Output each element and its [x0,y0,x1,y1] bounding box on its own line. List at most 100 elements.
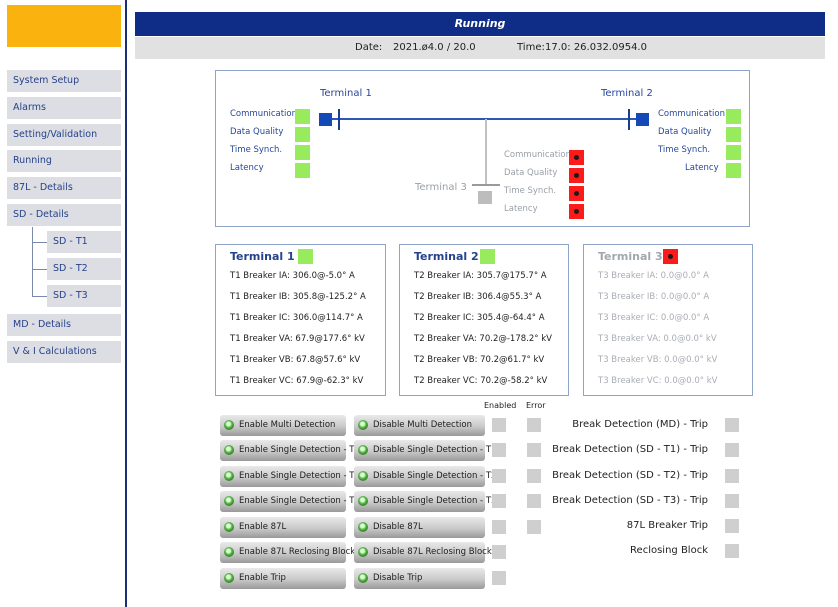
t1-communication-indicator [295,109,310,124]
trip-label-md: Break Detection (MD) - Trip [572,419,708,430]
terminal1-status-indicator [298,249,313,264]
sidebar-item-setting-validation[interactable]: Setting/Validation [7,124,121,146]
status-led-icon [358,522,368,532]
enable-87l-button[interactable]: Enable 87L [220,517,346,538]
sidebar-subitem-sd-t2[interactable]: SD - T2 [47,258,121,280]
error-indicator [527,469,541,483]
enabled-indicator [492,443,506,457]
trip-label-sd-t3: Break Detection (SD - T3) - Trip [552,495,708,506]
status-led-icon [224,445,234,455]
disable-single-detection-t2-button[interactable]: Disable Single Detection - T2 [354,466,496,487]
sidebar-subitem-sd-t1[interactable]: SD - T1 [47,231,121,253]
terminal2-status-indicator [480,249,495,264]
t3-status-label: Latency [504,204,538,214]
t2-latency-indicator [726,163,741,178]
measurement-row: T1 Breaker IB: 305.8@-125.2° A [230,292,366,302]
button-label: Disable Single Detection - T1 [373,445,497,455]
t3-data-quality-indicator [569,168,584,183]
disable-single-detection-t1-button[interactable]: Disable Single Detection - T1 [354,440,496,461]
disable-87l-reclosing-block-button[interactable]: Disable 87L Reclosing Block [354,542,492,563]
tree-line [32,242,47,243]
sidebar-item-vi-calculations[interactable]: V & I Calculations [7,341,121,363]
enabled-indicator [492,545,506,559]
trip-indicator [725,443,739,457]
t2-status-label: Latency [685,163,719,173]
terminal3-status-indicator [663,249,678,264]
logo [7,5,121,47]
button-label: Enable Multi Detection [239,420,336,430]
sidebar-item-system-setup[interactable]: System Setup [7,70,121,92]
button-label: Disable Single Detection - T2 [373,471,497,481]
trip-label-sd-t2: Break Detection (SD - T2) - Trip [552,470,708,481]
measurement-row: T3 Breaker VB: 0.0@0.0° kV [598,355,718,365]
enable-87l-reclosing-block-button[interactable]: Enable 87L Reclosing Block [220,542,355,563]
enable-multi-detection-button[interactable]: Enable Multi Detection [220,415,346,436]
status-led-icon [358,445,368,455]
time-value: 17.0: 26.032.0954.0 [545,42,647,53]
button-label: Disable 87L [373,522,423,532]
button-label: Enable Single Detection - T2 [239,471,360,481]
datetime-bar: Date: 2021.ø4.0 / 20.0 Time: 17.0: 26.03… [135,37,825,59]
error-column-header: Error [526,401,546,410]
button-label: Enable 87L Reclosing Block [239,547,356,557]
sidebar-item-alarms[interactable]: Alarms [7,97,121,119]
button-label: Enable Trip [239,573,286,583]
disable-multi-detection-button[interactable]: Disable Multi Detection [354,415,485,436]
enabled-indicator [492,418,506,432]
time-label: Time: [517,42,545,53]
t1-status-label: Data Quality [230,127,284,137]
sidebar-item-running[interactable]: Running [7,150,121,172]
measurement-row: T3 Breaker VA: 0.0@0.0° kV [598,334,717,344]
enable-single-detection-t1-button[interactable]: Enable Single Detection - T1 [220,440,360,461]
error-indicator [527,494,541,508]
t3-time-synch-indicator [569,186,584,201]
date-label: Date: [355,42,383,53]
disable-87l-button[interactable]: Disable 87L [354,517,485,538]
t3-latency-indicator [569,204,584,219]
enable-trip-button[interactable]: Enable Trip [220,568,346,589]
sidebar-item-md-details[interactable]: MD - Details [7,314,121,336]
button-label: Disable Trip [373,573,423,583]
enabled-column-header: Enabled [484,401,517,410]
enabled-indicator [492,571,506,585]
status-led-icon [224,522,234,532]
measurement-row: T1 Breaker VC: 67.9@-62.3° kV [230,376,364,386]
terminal3-breaker [478,191,492,204]
measurement-row: T2 Breaker IC: 305.4@-64.4° A [414,313,545,323]
status-led-icon [358,547,368,557]
enable-single-detection-t2-button[interactable]: Enable Single Detection - T2 [220,466,360,487]
disable-single-detection-t3-button[interactable]: Disable Single Detection - T3 [354,491,496,512]
line-diagram: Terminal 1 Terminal 2 Terminal 3 Communi… [215,70,750,227]
trip-indicator [725,418,739,432]
disable-trip-button[interactable]: Disable Trip [354,568,485,589]
enable-single-detection-t3-button[interactable]: Enable Single Detection - T3 [220,491,360,512]
terminal2-panel: Terminal 2 T2 Breaker IA: 305.7@175.7° A… [399,244,569,396]
tree-line [32,296,47,297]
t1-status-label: Communication [230,109,297,119]
button-label: Disable 87L Reclosing Block [373,547,492,557]
measurement-row: T3 Breaker VC: 0.0@0.0° kV [598,376,718,386]
measurement-row: T1 Breaker VA: 67.9@177.6° kV [230,334,365,344]
sidebar-item-sd-details[interactable]: SD - Details [7,204,121,226]
t1-latency-indicator [295,163,310,178]
terminal2-title: Terminal 2 [601,88,653,99]
t2-status-label: Time Synch. [658,145,711,155]
button-label: Disable Multi Detection [373,420,473,430]
sidebar-divider [125,0,127,607]
page-title: Running [135,12,825,36]
measurement-row: T3 Breaker IC: 0.0@0.0° A [598,313,710,323]
terminal2-breaker [636,113,649,126]
sidebar-item-87l-details[interactable]: 87L - Details [7,177,121,199]
t1-data-quality-indicator [295,127,310,142]
sidebar-subitem-sd-t3[interactable]: SD - T3 [47,285,121,307]
status-led-icon [358,573,368,583]
button-label: Enable Single Detection - T1 [239,445,360,455]
trip-label-sd-t1: Break Detection (SD - T1) - Trip [552,444,708,455]
status-led-icon [224,547,234,557]
t3-status-label: Communication [504,150,571,160]
status-led-icon [224,496,234,506]
date-value: 2021.ø4.0 / 20.0 [393,42,476,53]
terminal1-panel: Terminal 1 T1 Breaker IA: 306.0@-5.0° A … [215,244,386,396]
t1-status-label: Latency [230,163,264,173]
error-indicator [527,520,541,534]
